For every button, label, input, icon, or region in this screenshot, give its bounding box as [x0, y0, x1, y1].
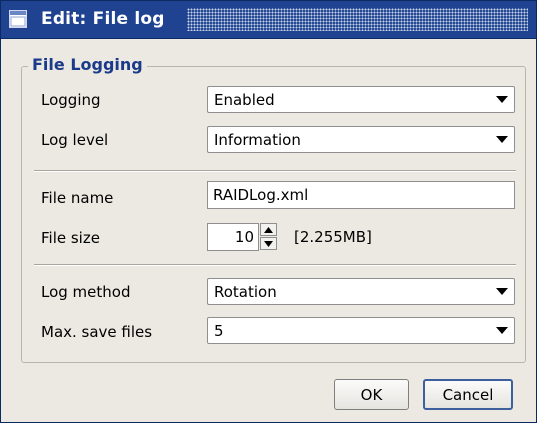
file-name-input[interactable]	[213, 185, 503, 205]
file-name-label: File name	[41, 189, 114, 207]
log-level-value: Information	[214, 131, 301, 149]
file-size-input[interactable]: 10	[207, 223, 259, 251]
group-title: File Logging	[28, 55, 147, 74]
log-method-select[interactable]: Rotation	[207, 278, 515, 305]
cancel-button[interactable]: Cancel	[423, 379, 513, 410]
title-bar[interactable]: Edit: File log	[1, 1, 536, 39]
log-level-label: Log level	[41, 131, 109, 149]
dialog-window: Edit: File log File Logging Logging Enab…	[0, 0, 537, 423]
chevron-down-icon	[494, 87, 510, 112]
spin-down-button[interactable]	[260, 237, 277, 250]
file-size-hint: [2.255MB]	[294, 228, 372, 246]
triangle-down-icon	[264, 240, 273, 247]
separator	[34, 264, 516, 266]
separator	[34, 170, 516, 172]
log-level-select[interactable]: Information	[207, 126, 515, 153]
triangle-up-icon	[264, 226, 273, 233]
file-name-field[interactable]	[207, 181, 515, 209]
window-icon	[9, 10, 27, 28]
max-save-files-select[interactable]: 5	[207, 317, 515, 344]
file-size-label: File size	[41, 229, 100, 247]
window-title: Edit: File log	[41, 9, 165, 29]
chevron-down-icon	[494, 318, 510, 343]
ok-button[interactable]: OK	[334, 379, 409, 410]
max-save-files-label: Max. save files	[41, 323, 153, 341]
log-method-label: Log method	[41, 283, 131, 301]
max-save-files-value: 5	[214, 322, 224, 340]
logging-select[interactable]: Enabled	[207, 86, 515, 113]
log-method-value: Rotation	[214, 283, 277, 301]
chevron-down-icon	[494, 279, 510, 304]
logging-value: Enabled	[214, 91, 275, 109]
spin-up-button[interactable]	[260, 223, 277, 236]
file-size-value: 10	[234, 228, 254, 246]
title-bar-pattern	[187, 8, 528, 31]
logging-label: Logging	[41, 91, 101, 109]
chevron-down-icon	[494, 127, 510, 152]
